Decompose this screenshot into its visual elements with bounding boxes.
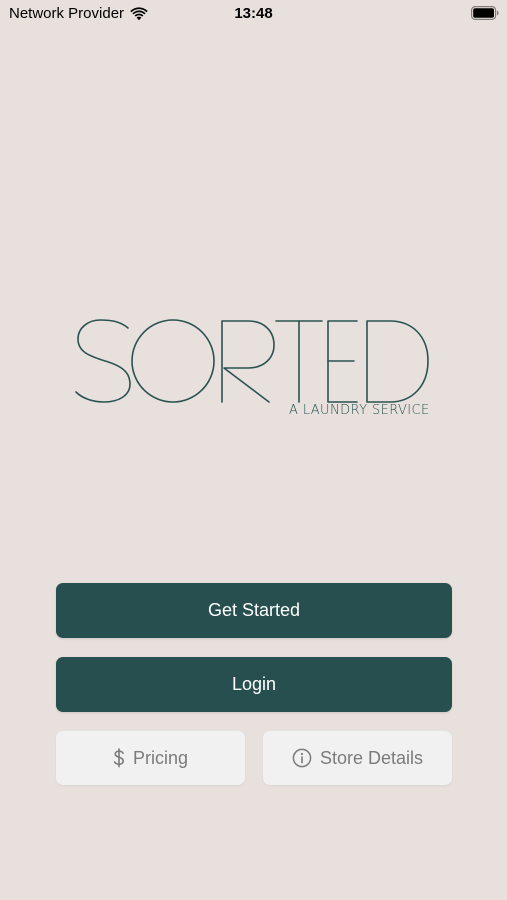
battery-icon bbox=[471, 6, 499, 20]
status-time: 13:48 bbox=[234, 5, 273, 22]
status-bar: Network Provider 13:48 bbox=[0, 0, 507, 28]
login-button[interactable]: Login bbox=[56, 657, 452, 712]
pricing-button[interactable]: Pricing bbox=[56, 731, 245, 785]
dollar-icon bbox=[113, 748, 125, 768]
info-icon bbox=[292, 748, 312, 768]
pricing-label: Pricing bbox=[132, 747, 189, 768]
logo-tagline: A LAUNDRY SERVICE bbox=[289, 403, 430, 418]
store-details-button[interactable]: Store Details bbox=[263, 731, 452, 785]
store-details-label: Store Details bbox=[319, 747, 424, 768]
get-started-button[interactable]: Get Started bbox=[56, 583, 452, 638]
